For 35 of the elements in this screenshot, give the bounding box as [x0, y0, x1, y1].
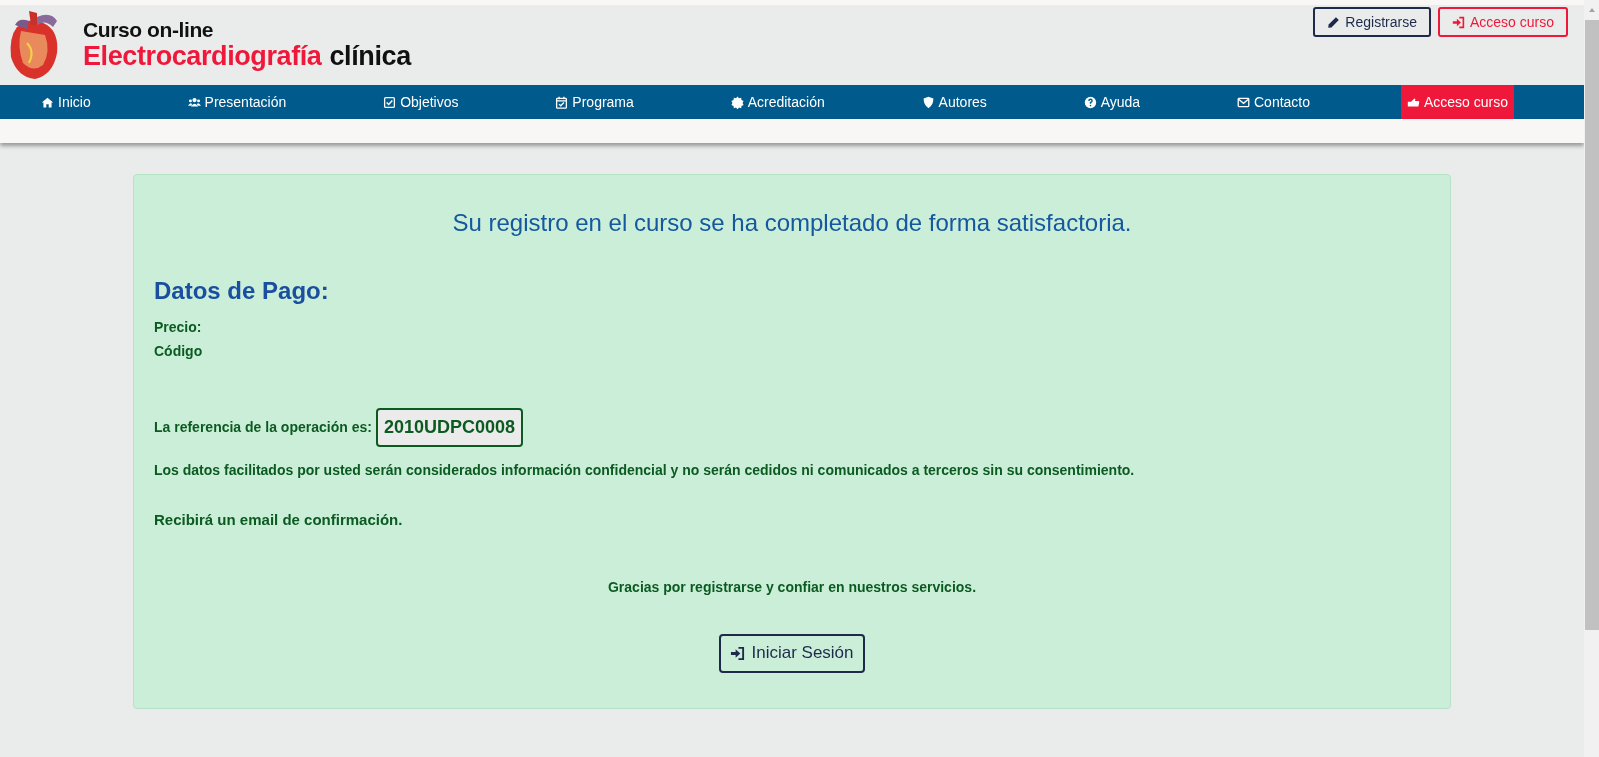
nav-link[interactable]: Contacto — [1231, 85, 1317, 119]
email-note: Recibirá un email de confirmación. — [154, 510, 404, 530]
calendar-icon — [555, 95, 569, 109]
nav-link[interactable]: Programa — [549, 85, 640, 119]
logo-subtitle: clínica — [329, 42, 411, 70]
help-icon — [1083, 95, 1097, 109]
checkbox-icon — [383, 95, 397, 109]
nav-link[interactable]: Acceso curso — [1400, 85, 1514, 119]
section-heading: Datos de Pago: — [154, 276, 330, 306]
field-label: Código — [154, 342, 204, 361]
logo-title: Curso on-line — [83, 18, 215, 40]
nav-link[interactable]: Acreditación — [724, 85, 831, 119]
privacy-note: Los datos facilitados por usted serán considerados información confidencial y no serán cedidos ni comunicados a terceros sin su consentimiento. — [154, 461, 1136, 480]
thanks-message: Gracias por registrarse y confiar en nuestros servicios. — [606, 577, 978, 597]
sign-in-icon — [1451, 15, 1465, 29]
nav-link[interactable]: Autores — [915, 85, 993, 119]
envelope-icon — [1237, 95, 1250, 109]
users-icon — [187, 95, 201, 109]
nav-link[interactable]: Objetivos — [377, 85, 465, 119]
reference-label: La referencia de la operación es: — [154, 418, 372, 437]
nav-link[interactable]: Presentación — [181, 85, 293, 119]
reference-code: 2010UDPC0008 — [375, 408, 523, 447]
card-title: Su registro en el curso se ha completado de forma satisfactoria. — [451, 208, 1133, 238]
sign-in-icon — [730, 645, 746, 661]
field-label: Precio: — [154, 318, 203, 337]
header-button[interactable]: Registrarse — [1313, 7, 1431, 37]
pencil-icon — [1327, 15, 1341, 29]
home-icon — [41, 95, 54, 109]
logo-subtitle-highlight: Electrocardiografía — [83, 42, 322, 70]
nav-link[interactable]: Inicio — [35, 85, 97, 119]
nav-link[interactable]: Ayuda — [1077, 85, 1147, 119]
header-button[interactable]: Acceso curso — [1437, 7, 1568, 37]
badge-icon — [730, 95, 744, 109]
login-button[interactable]: Iniciar Sesión — [719, 633, 865, 673]
shield-icon — [921, 95, 935, 109]
